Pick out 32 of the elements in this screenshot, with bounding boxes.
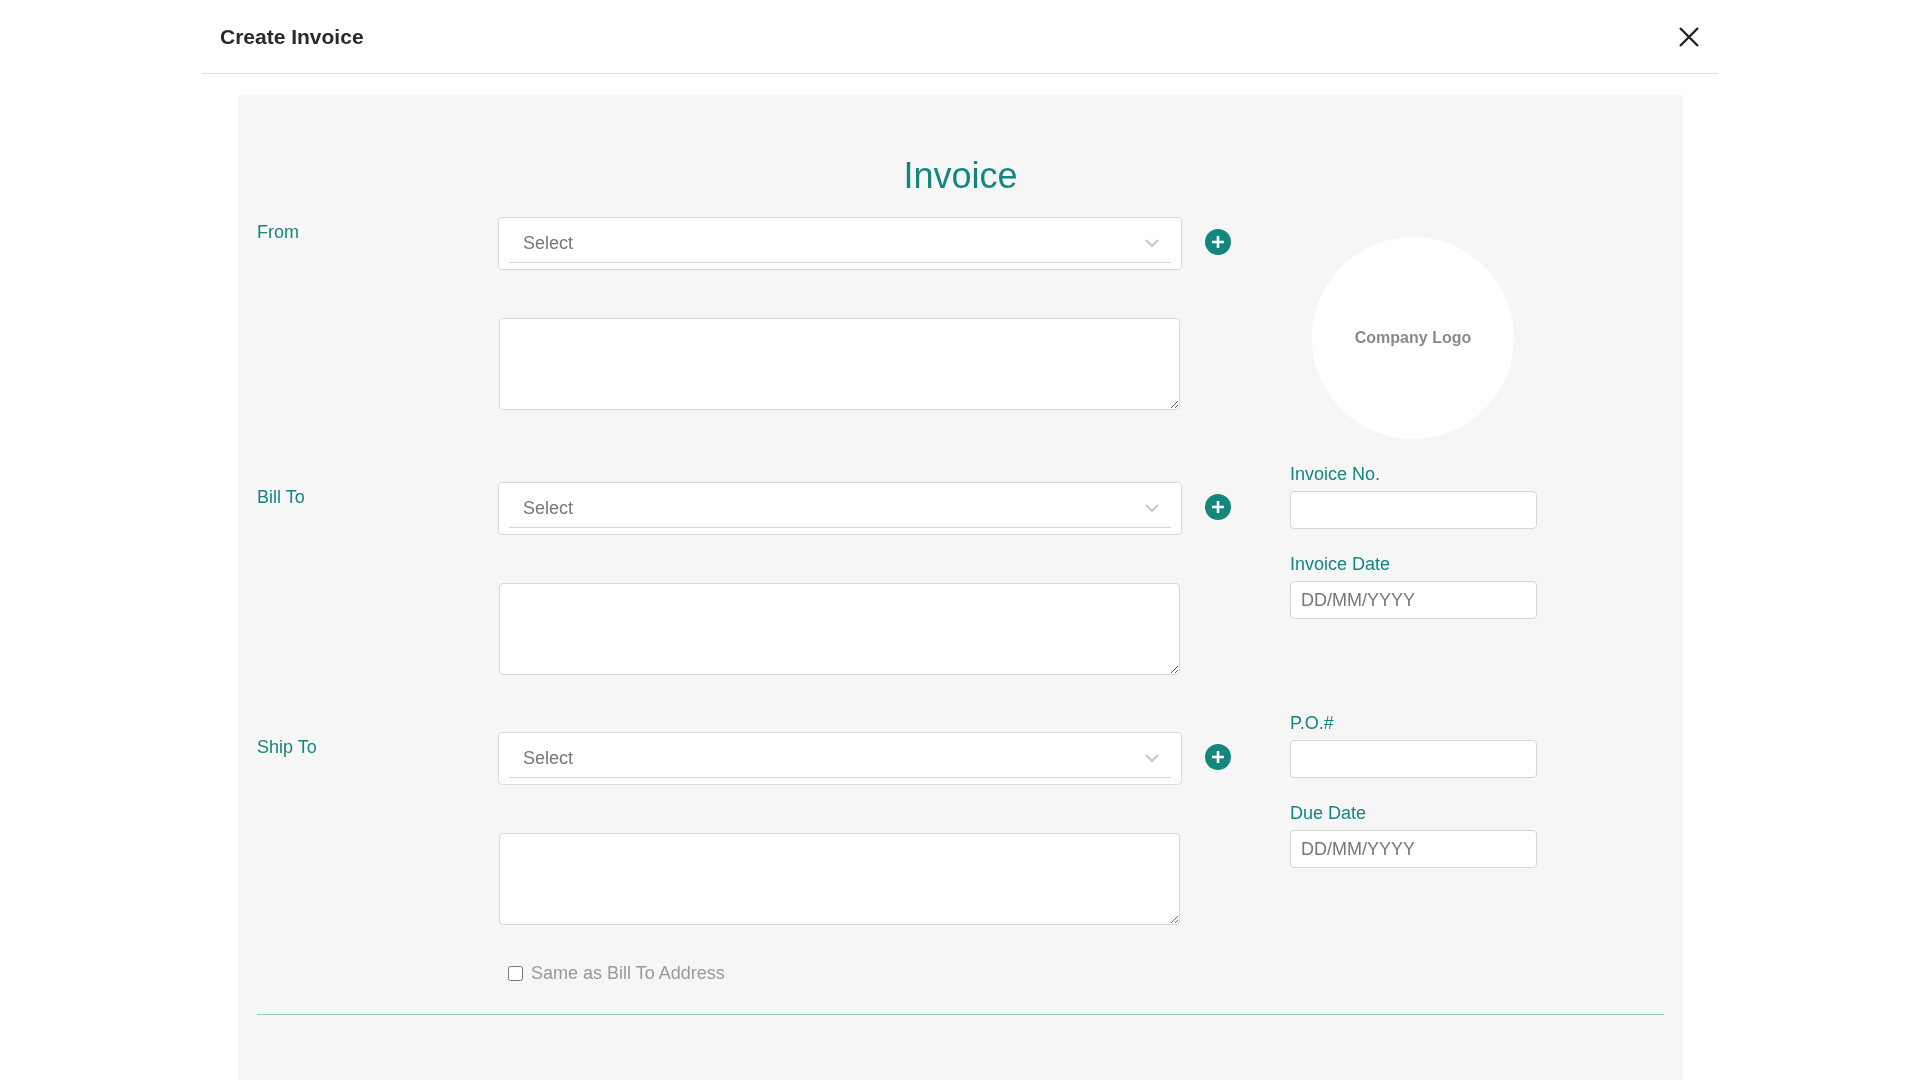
select-field[interactable]: Select — [498, 732, 1182, 785]
party-label: Bill To — [257, 486, 306, 508]
plus-icon — [1211, 500, 1225, 514]
logo-placeholder[interactable]: Company Logo — [1312, 237, 1514, 439]
chevron-down-icon — [1145, 239, 1159, 248]
input-field[interactable]: DD/MM/YYYY — [1290, 581, 1537, 619]
input-field[interactable] — [1290, 740, 1537, 778]
chevron-down-icon — [1145, 754, 1159, 763]
select-field[interactable]: Select — [498, 482, 1182, 535]
address-field[interactable] — [499, 318, 1180, 410]
add-button[interactable] — [1205, 229, 1231, 255]
address-field[interactable] — [499, 833, 1180, 925]
field-label: Invoice No. — [1290, 464, 1381, 484]
checkbox-label: Same as Bill To Address — [531, 963, 725, 984]
add-button[interactable] — [1205, 494, 1231, 520]
field-label: Invoice Date — [1290, 554, 1391, 574]
field-label: Due Date — [1290, 803, 1367, 823]
checkbox[interactable] — [508, 966, 523, 981]
address-field[interactable] — [499, 583, 1180, 675]
plus-icon — [1211, 750, 1225, 764]
close-button[interactable] — [1678, 25, 1700, 48]
dialog-title: Create Invoice — [220, 24, 364, 49]
plus-icon — [1211, 235, 1225, 249]
party-label: From — [257, 221, 300, 243]
input-field[interactable]: DD/MM/YYYY — [1290, 830, 1537, 868]
party-label: Ship To — [257, 736, 318, 758]
field-label: P.O.# — [1290, 713, 1334, 733]
invoice-heading: Invoice — [903, 155, 1018, 196]
chevron-down-icon — [1145, 504, 1159, 513]
input-field[interactable] — [1290, 491, 1537, 529]
add-button[interactable] — [1205, 744, 1231, 770]
select-field[interactable]: Select — [498, 217, 1182, 270]
